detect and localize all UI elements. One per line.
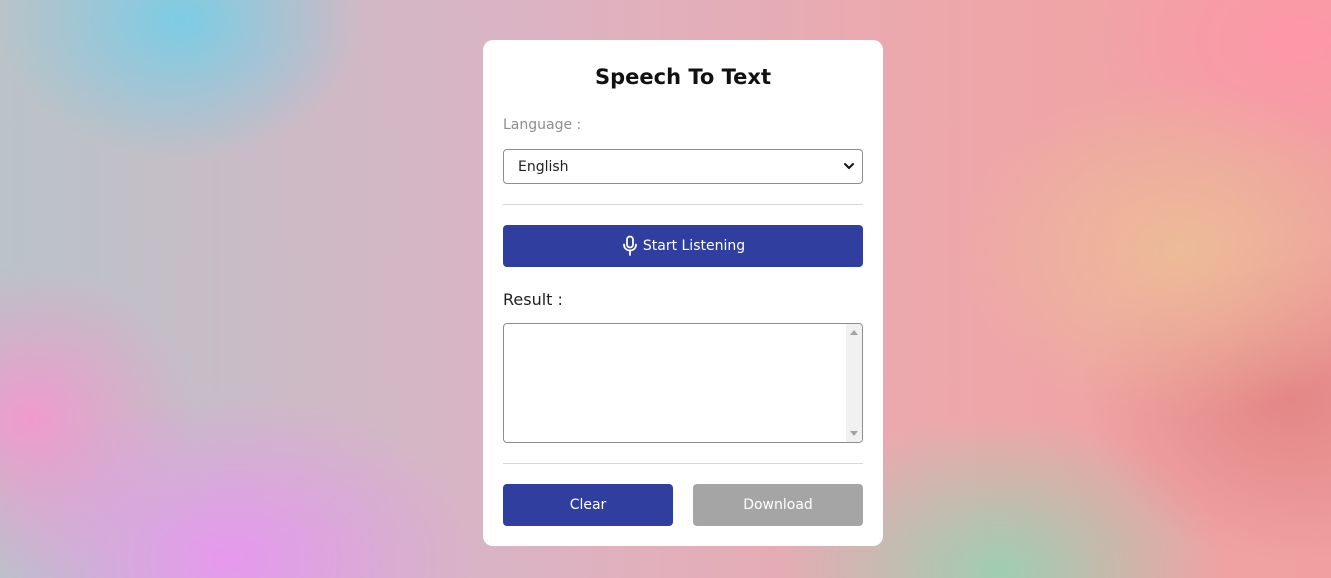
divider (503, 463, 863, 464)
result-scrollbar[interactable] (846, 324, 862, 442)
microphone-icon (622, 235, 637, 256)
chevron-down-icon (844, 163, 854, 169)
language-label: Language : (503, 117, 582, 133)
divider (503, 204, 863, 205)
start-listening-label: Start Listening (642, 238, 746, 254)
download-button[interactable]: Download (693, 484, 863, 526)
result-textarea[interactable] (503, 323, 863, 443)
clear-button[interactable]: Clear (503, 484, 673, 526)
scroll-down-icon[interactable] (850, 431, 858, 436)
speech-to-text-card: Speech To Text Language : English Start … (483, 40, 883, 546)
action-buttons: Clear Download (503, 484, 863, 526)
page-title: Speech To Text (595, 65, 771, 89)
result-label: Result : (503, 290, 563, 309)
scroll-up-icon[interactable] (850, 330, 858, 335)
language-select-value: English (518, 158, 569, 175)
start-listening-button[interactable]: Start Listening (503, 225, 863, 267)
language-select[interactable]: English (503, 149, 863, 184)
